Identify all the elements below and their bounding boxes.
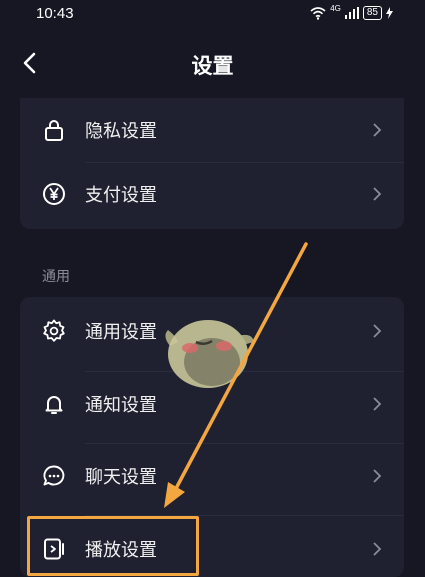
annotation-arrow bbox=[164, 242, 308, 508]
